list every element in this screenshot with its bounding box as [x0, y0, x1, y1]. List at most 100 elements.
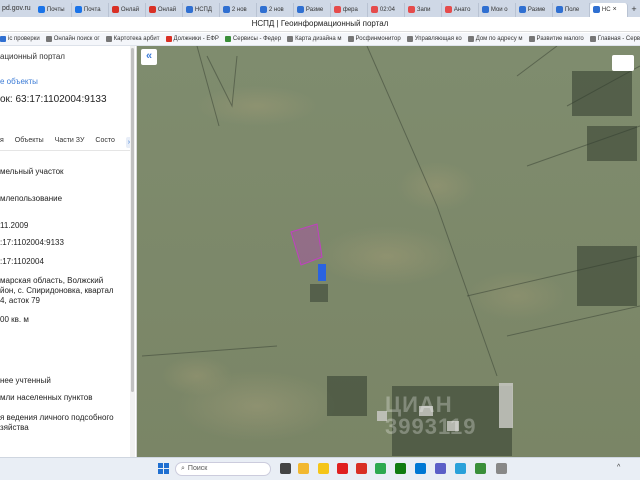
tab-favicon-icon: [37, 6, 45, 13]
tab-favicon-icon: [185, 6, 193, 13]
bookmark-label: Должники - ЕФР: [173, 36, 219, 42]
teams-icon[interactable]: [435, 463, 446, 474]
bookmark-label: Карта дизайна м: [295, 36, 342, 42]
panel-scrollbar[interactable]: [130, 46, 135, 457]
permitted-use-value: я ведения личного подсобного зяйства: [0, 413, 114, 432]
store-icon[interactable]: [415, 463, 426, 474]
telegram-icon[interactable]: [455, 463, 466, 474]
bookmark-label: Сервисы - Федер: [232, 36, 282, 42]
tab-favicon-icon: [111, 6, 119, 13]
youtube-icon[interactable]: [337, 463, 348, 474]
bookmark-item[interactable]: Главная - Серви: [589, 36, 640, 42]
bookmark-item[interactable]: Развитие малого: [528, 36, 584, 42]
bookmark-favicon-icon: [528, 36, 535, 42]
bookmark-item[interactable]: Должники - ЕФР: [165, 36, 219, 42]
task-view-icon[interactable]: [280, 463, 291, 474]
browser-tab[interactable]: 2 нов: [257, 2, 294, 17]
browser-tab[interactable]: Онлай: [109, 2, 146, 17]
object-type-value: мельный участок: [0, 167, 64, 176]
tab-label: Разме: [305, 6, 324, 13]
bookmark-favicon-icon: [589, 36, 596, 42]
windows-taskbar: ⌕ Поиск ^: [0, 457, 640, 480]
panel-scrollbar-thumb[interactable]: [131, 48, 134, 392]
tab-close-icon[interactable]: ×: [613, 6, 617, 13]
bookmark-item[interactable]: Карта дизайна м: [287, 36, 342, 42]
status-value: нее учтенный: [0, 376, 51, 385]
bookmark-favicon-icon: [287, 36, 294, 42]
browser-tab[interactable]: Онлай: [146, 2, 183, 17]
edge-icon[interactable]: [375, 463, 386, 474]
area-value: 00 кв. м: [0, 315, 29, 324]
tab-parts[interactable]: Части ЗУ: [55, 137, 85, 150]
browser-tab[interactable]: Поле: [553, 2, 590, 17]
bookmark-label: Дом по адресу м: [475, 36, 523, 42]
tab-label: Почты: [46, 6, 65, 13]
bookmark-item[interactable]: Дом по адресу м: [467, 36, 523, 42]
bookmark-label: Главная - Серви: [597, 36, 640, 42]
bookmark-item[interactable]: іс проверки: [0, 36, 40, 42]
address-value: марская область, Волжский йон, с. Спирид…: [0, 276, 114, 305]
tab-favicon-icon: [444, 6, 452, 13]
bookmark-label: Росфинмонитор: [355, 36, 401, 42]
bookmark-item[interactable]: Управляющая ко: [406, 36, 462, 42]
tab-label: Анато: [453, 6, 471, 13]
browser-tab[interactable]: НСПД: [183, 2, 220, 17]
bookmark-item[interactable]: Онлайн поиск ог: [45, 36, 100, 42]
registration-date-value: 11.2009: [0, 221, 29, 230]
cadastral-number-value: :17:1102004:9133: [0, 238, 64, 247]
watermark: ЦИАН 3993119: [385, 394, 605, 438]
browser-tab[interactable]: 2 нов: [220, 2, 257, 17]
tab-favicon-icon: [259, 6, 267, 13]
tray-chevron-icon[interactable]: ^: [617, 464, 620, 471]
bookmark-label: Онлайн поиск ог: [53, 36, 100, 42]
tab-favicon-icon: [592, 6, 600, 13]
cadastral-quarter-value: :17:1102004: [0, 257, 44, 266]
tab-favicon-icon: [555, 6, 563, 13]
tab-info[interactable]: я: [0, 137, 4, 150]
browser-tab[interactable]: НС ×: [589, 2, 628, 17]
browser-tab[interactable]: Разме: [294, 2, 331, 17]
browser-tab[interactable]: Мои о: [479, 2, 516, 17]
tab-objects[interactable]: Объекты: [15, 137, 44, 150]
browser-tab-strip: pd.gov.ru Почты Почта Онлай Онлай НСПД 2 нов 2…: [0, 0, 640, 17]
nearby-objects-link[interactable]: е объекты: [0, 77, 38, 86]
tab-favicon-icon: [296, 6, 304, 13]
tab-favicon-icon: [222, 6, 230, 13]
whatsapp-icon[interactable]: [475, 463, 486, 474]
browser-tab[interactable]: Запи: [405, 2, 442, 17]
map-control-button[interactable]: [612, 55, 634, 71]
tab-favicon-icon: [74, 6, 82, 13]
settings-icon[interactable]: [496, 463, 507, 474]
tab-favicon-icon: [370, 6, 378, 13]
windows-start-icon[interactable]: [158, 463, 170, 475]
bookmark-label: Развитие малого: [536, 36, 584, 42]
opera-icon[interactable]: [356, 463, 367, 474]
bookmark-favicon-icon: [467, 36, 474, 42]
file-explorer-icon[interactable]: [298, 463, 309, 474]
tab-label: НСПД: [194, 6, 212, 13]
taskbar-search-input[interactable]: ⌕ Поиск: [175, 462, 271, 476]
tab-label: Онлай: [157, 6, 177, 13]
bookmark-item[interactable]: Картотека арбит: [105, 36, 160, 42]
tab-label: Поле: [564, 6, 580, 13]
url-fragment: pd.gov.ru: [2, 5, 31, 12]
bookmark-item[interactable]: Росфинмонитор: [347, 36, 401, 42]
browser-tab[interactable]: Разме: [516, 2, 553, 17]
bookmark-item[interactable]: Сервисы - Федер: [224, 36, 282, 42]
browser-tab[interactable]: фера: [331, 2, 368, 17]
tab-label: Запи: [416, 6, 431, 13]
tab-state[interactable]: Состо: [95, 137, 114, 150]
browser-tab[interactable]: Почты: [35, 2, 72, 17]
yandex-browser-icon[interactable]: [318, 463, 329, 474]
xbox-icon[interactable]: [395, 463, 406, 474]
browser-tab[interactable]: Почта: [72, 2, 109, 17]
map-view[interactable]: « ЦИАН 3993119: [137, 46, 640, 457]
watermark-line: ЦИАН: [385, 392, 453, 417]
panel-tabs: я Объекты Части ЗУ Состо ›: [0, 137, 135, 151]
new-tab-button[interactable]: +: [628, 4, 640, 14]
browser-tab[interactable]: Анато: [442, 2, 479, 17]
collapse-panel-button[interactable]: «: [141, 49, 157, 65]
bookmark-favicon-icon: [105, 36, 112, 42]
browser-tab[interactable]: 02:04: [368, 2, 405, 17]
tab-favicon-icon: [518, 6, 526, 13]
